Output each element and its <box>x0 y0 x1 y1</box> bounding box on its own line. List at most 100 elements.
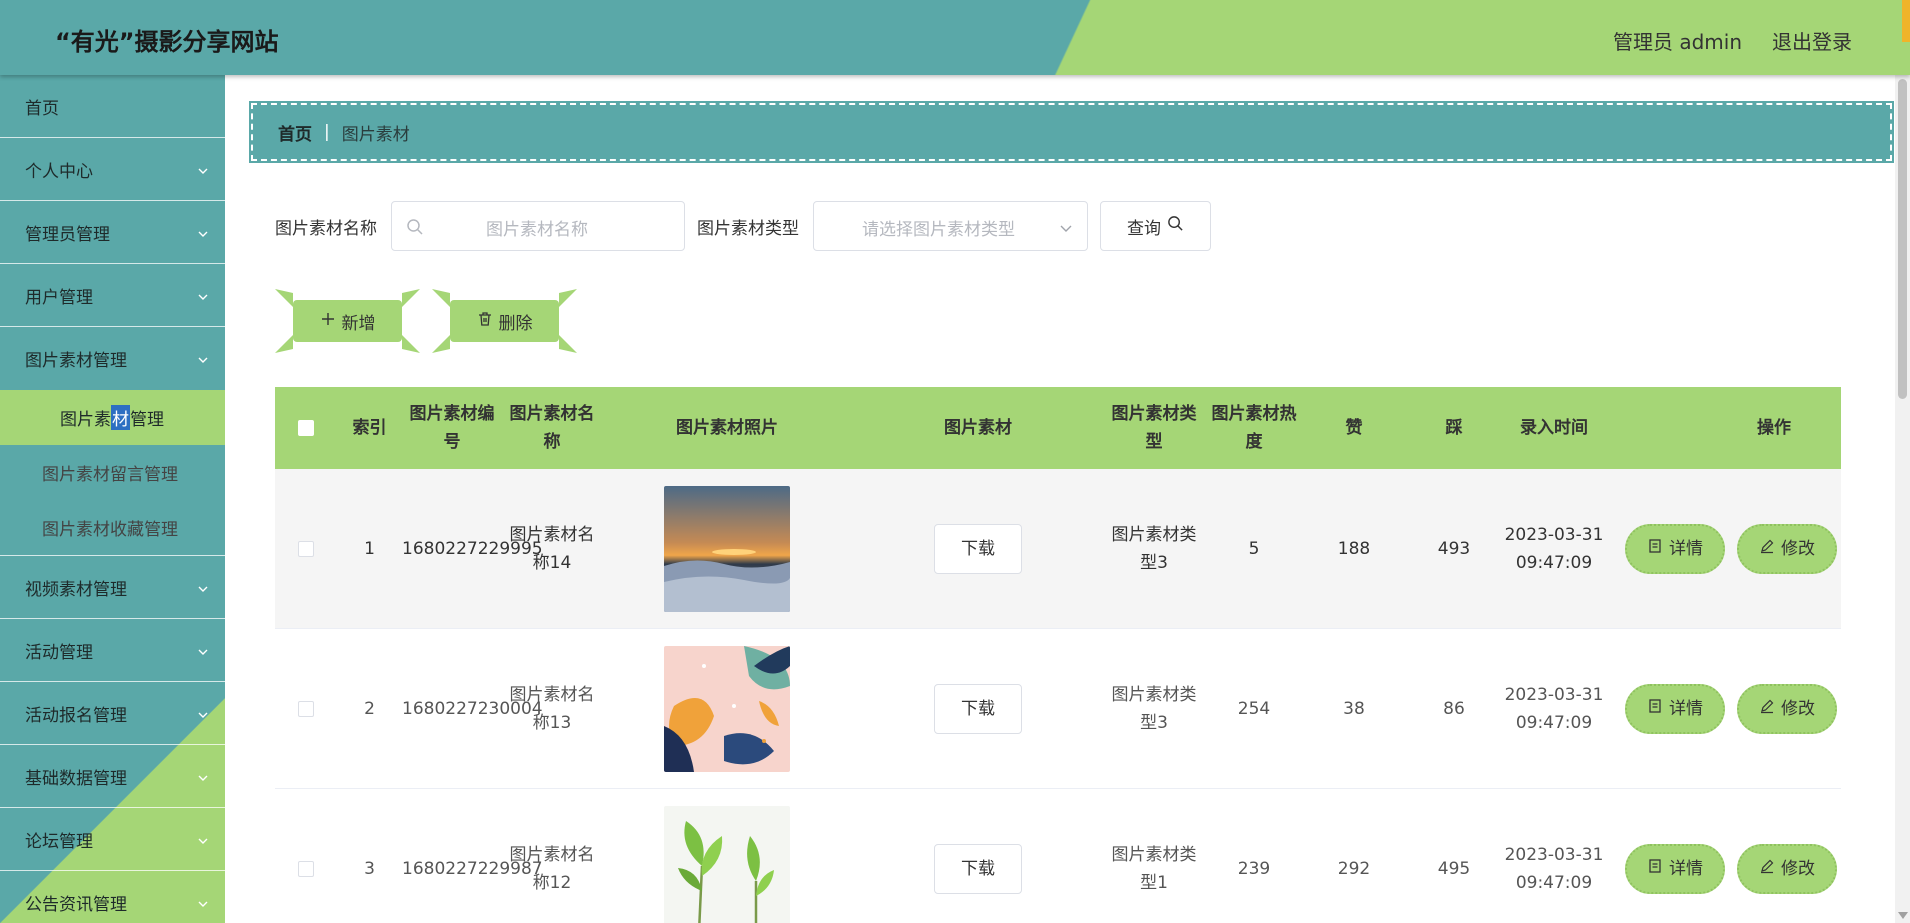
chevron-down-icon <box>197 706 209 718</box>
edit-button[interactable]: 修改 <box>1737 523 1837 574</box>
cell-name: 图片素材名称13 <box>509 684 595 733</box>
cell-index: 2 <box>364 698 375 719</box>
type-select[interactable]: 请选择图片素材类型 <box>813 201 1088 251</box>
sunset-image <box>664 485 790 612</box>
cell-type: 图片素材类型3 <box>1111 524 1197 573</box>
detail-button[interactable]: 详情 <box>1625 523 1725 574</box>
edit-button[interactable]: 修改 <box>1737 683 1837 734</box>
photo-thumbnail[interactable] <box>664 805 790 923</box>
header-dislike: 踩 <box>1445 418 1463 438</box>
header-hot: 图片素材热度 <box>1211 404 1297 452</box>
search-icon <box>1161 215 1184 237</box>
trash-icon <box>477 311 499 332</box>
photo-thumbnail[interactable] <box>664 485 790 612</box>
cell-time: 2023-03-31 09:47:09 <box>1504 524 1604 573</box>
cell-name: 图片素材名称14 <box>509 524 595 573</box>
document-icon <box>1647 855 1669 883</box>
chevron-down-icon <box>197 643 209 655</box>
sidebar-item-video-material[interactable]: 视频素材管理 <box>0 556 225 619</box>
floral-illustration-image <box>664 645 790 772</box>
sidebar: 首页 个人中心 管理员管理 用户管理 图片素材管理 图片素材管理 图片素材留言管… <box>0 75 225 923</box>
image-material-submenu: 图片素材管理 图片素材留言管理 图片素材收藏管理 <box>0 390 225 556</box>
name-search-input[interactable]: 图片素材名称 <box>391 201 685 251</box>
name-search-label: 图片素材名称 <box>275 218 377 239</box>
sidebar-item-personal-center[interactable]: 个人中心 <box>0 138 225 201</box>
sidebar-item-label: 个人中心 <box>25 161 93 182</box>
download-button[interactable]: 下载 <box>934 523 1022 574</box>
sidebar-item-activity[interactable]: 活动管理 <box>0 619 225 682</box>
table-row: 1 1680227229995 图片素材名称14 下载 图片素材类型3 5 18… <box>275 469 1841 629</box>
cell-index: 3 <box>364 858 375 879</box>
chevron-down-icon <box>197 162 209 174</box>
chevron-down-icon <box>1059 220 1073 234</box>
document-icon <box>1647 535 1669 563</box>
submenu-item-image-favorites[interactable]: 图片素材收藏管理 <box>0 500 225 555</box>
header-type: 图片素材类型 <box>1111 404 1197 452</box>
header-code: 图片素材编号 <box>409 404 495 452</box>
sidebar-item-forum[interactable]: 论坛管理 <box>0 808 225 871</box>
table-header: 索引 图片素材编号 图片素材名称 图片素材照片 图片素材 图片素材类型 图片素材… <box>275 387 1841 469</box>
cell-hot: 239 <box>1237 858 1271 879</box>
query-button[interactable]: 查询 <box>1100 201 1211 251</box>
action-bar: 新增 删除 <box>275 289 589 353</box>
chevron-down-icon <box>197 225 209 237</box>
scroll-down-arrow-icon[interactable] <box>1898 912 1908 919</box>
download-button[interactable]: 下载 <box>934 843 1022 894</box>
row-checkbox[interactable] <box>298 540 314 557</box>
sidebar-item-label: 图片素材管理 <box>25 351 127 371</box>
sidebar-item-basic-data[interactable]: 基础数据管理 <box>0 745 225 808</box>
document-icon <box>1647 695 1669 723</box>
page-scrollbar[interactable] <box>1895 75 1910 923</box>
select-all-checkbox[interactable] <box>298 420 314 436</box>
sidebar-item-announcements[interactable]: 公告资讯管理 <box>0 871 225 923</box>
green-sprout-image <box>664 805 790 923</box>
sidebar-item-label: 公告资讯管理 <box>25 894 127 915</box>
cell-type: 图片素材类型3 <box>1111 684 1197 733</box>
cell-hot: 5 <box>1248 538 1260 559</box>
search-icon <box>406 218 424 236</box>
cell-index: 1 <box>364 538 375 559</box>
pencil-icon <box>1759 855 1781 883</box>
row-checkbox[interactable] <box>298 860 314 877</box>
image-material-table: 索引 图片素材编号 图片素材名称 图片素材照片 图片素材 图片素材类型 图片素材… <box>275 387 1841 923</box>
breadcrumb-home[interactable]: 首页 <box>278 120 312 145</box>
sidebar-item-label: 视频素材管理 <box>25 579 127 600</box>
logout-link[interactable]: 退出登录 <box>1772 26 1852 55</box>
download-button[interactable]: 下载 <box>934 683 1022 734</box>
sidebar-item-label: 活动报名管理 <box>25 705 127 726</box>
sidebar-item-home[interactable]: 首页 <box>0 75 225 138</box>
breadcrumb-current: 图片素材 <box>341 124 410 145</box>
sidebar-item-label: 论坛管理 <box>25 831 93 852</box>
plus-icon <box>320 311 342 332</box>
sidebar-item-activity-signup[interactable]: 活动报名管理 <box>0 682 225 745</box>
scrollbar-thumb[interactable] <box>1898 79 1907 399</box>
sidebar-item-image-material[interactable]: 图片素材管理 <box>0 327 225 390</box>
type-search-label: 图片素材类型 <box>697 218 799 239</box>
type-select-placeholder: 请选择图片素材类型 <box>862 220 1015 240</box>
edit-button[interactable]: 修改 <box>1737 843 1837 894</box>
main-content: 首页 | 图片素材 图片素材名称 图片素材名称 图片素材类型 请选择图片素材类型… <box>225 75 1895 923</box>
site-title: “有光”摄影分享网站 <box>55 28 279 56</box>
top-header: “有光”摄影分享网站 管理员 admin 退出登录 <box>0 0 1910 75</box>
delete-button[interactable]: 删除 <box>432 289 577 353</box>
pencil-icon <box>1759 535 1781 563</box>
search-bar: 图片素材名称 图片素材名称 图片素材类型 请选择图片素材类型 查询 <box>275 201 1211 251</box>
cell-time: 2023-03-31 09:47:09 <box>1504 684 1604 733</box>
add-button[interactable]: 新增 <box>275 289 420 353</box>
detail-button[interactable]: 详情 <box>1625 683 1725 734</box>
header-file: 图片素材 <box>944 418 1012 438</box>
cell-time: 2023-03-31 09:47:09 <box>1504 844 1604 893</box>
row-checkbox[interactable] <box>298 700 314 717</box>
breadcrumb: 首页 | 图片素材 <box>249 101 1894 163</box>
sidebar-item-admin-management[interactable]: 管理员管理 <box>0 201 225 264</box>
submenu-item-image-material-management[interactable]: 图片素材管理 <box>0 390 225 445</box>
sidebar-item-user-management[interactable]: 用户管理 <box>0 264 225 327</box>
detail-button[interactable]: 详情 <box>1625 843 1725 894</box>
submenu-item-image-comments[interactable]: 图片素材留言管理 <box>0 445 225 500</box>
chevron-down-icon <box>197 895 209 907</box>
cell-code: 1680227229995 <box>402 538 543 559</box>
pencil-icon <box>1759 695 1781 723</box>
sidebar-item-label: 基础数据管理 <box>25 768 127 789</box>
cell-dislike: 86 <box>1443 698 1465 719</box>
photo-thumbnail[interactable] <box>664 645 790 772</box>
